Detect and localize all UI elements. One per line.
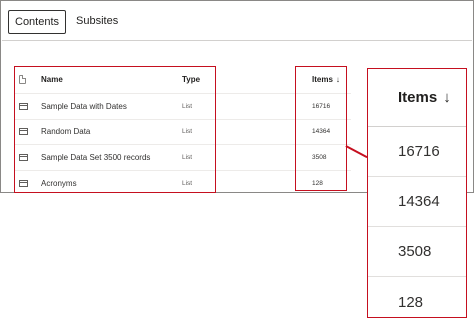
zoom-value: 14364 <box>368 177 466 227</box>
zoom-header-label: Items <box>398 89 438 106</box>
highlight-box-items <box>295 66 347 191</box>
zoom-value: 128 <box>398 293 424 311</box>
tab-divider <box>2 40 472 41</box>
highlight-box-name-type <box>14 66 216 193</box>
zoom-value: 3508 <box>368 227 466 277</box>
tab-subsites[interactable]: Subsites <box>70 10 124 34</box>
items-zoom-callout: Items ↓ 16716 14364 3508 128 <box>367 68 467 318</box>
zoom-value: 16716 <box>368 127 466 177</box>
zoom-header: Items ↓ <box>368 69 466 127</box>
tab-contents[interactable]: Contents <box>8 10 67 34</box>
sort-descending-icon: ↓ <box>443 89 451 106</box>
tab-bar: Contents Subsites <box>8 10 124 34</box>
